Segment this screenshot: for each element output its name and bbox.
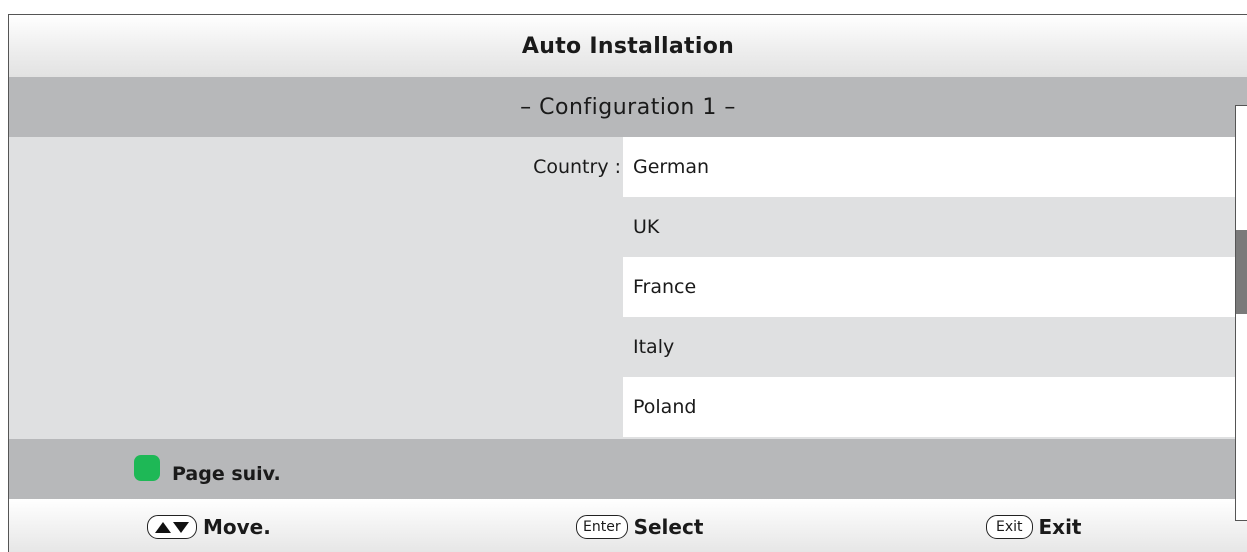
country-option-france[interactable]: France	[623, 257, 1235, 317]
country-option-german[interactable]: German	[623, 137, 1235, 197]
page-title: Auto Installation	[521, 33, 735, 59]
exit-hint: Exit Exit	[986, 515, 1082, 539]
hint-bar: Move. Enter Select Exit Exit	[9, 499, 1247, 552]
green-key-icon[interactable]	[134, 455, 160, 481]
configuration-title: – Configuration 1 –	[520, 94, 736, 120]
auto-installation-window: Auto Installation – Configuration 1 – Co…	[8, 14, 1247, 552]
select-hint: Enter Select	[576, 515, 703, 539]
country-option-italy[interactable]: Italy	[623, 317, 1235, 377]
country-list[interactable]: German UK France Italy Poland	[623, 137, 1235, 437]
move-label: Move.	[203, 515, 271, 539]
exit-key-icon: Exit	[986, 515, 1033, 539]
next-page-label: Page suiv.	[172, 463, 281, 485]
scrollbar[interactable]	[1235, 105, 1247, 521]
enter-key-icon: Enter	[576, 515, 628, 539]
scrollbar-thumb[interactable]	[1236, 230, 1247, 314]
country-label: Country :	[533, 156, 621, 178]
up-down-arrows-icon	[147, 515, 197, 539]
move-hint: Move.	[147, 515, 271, 539]
title-bar: Auto Installation	[9, 15, 1247, 77]
country-option-uk[interactable]: UK	[623, 197, 1235, 257]
exit-label: Exit	[1038, 515, 1082, 539]
select-label: Select	[633, 515, 704, 539]
subtitle-bar: – Configuration 1 –	[9, 77, 1247, 137]
country-option-poland[interactable]: Poland	[623, 377, 1235, 437]
color-key-bar: Page suiv.	[9, 439, 1247, 499]
settings-panel: Country : German UK France Italy Poland	[9, 137, 1247, 439]
